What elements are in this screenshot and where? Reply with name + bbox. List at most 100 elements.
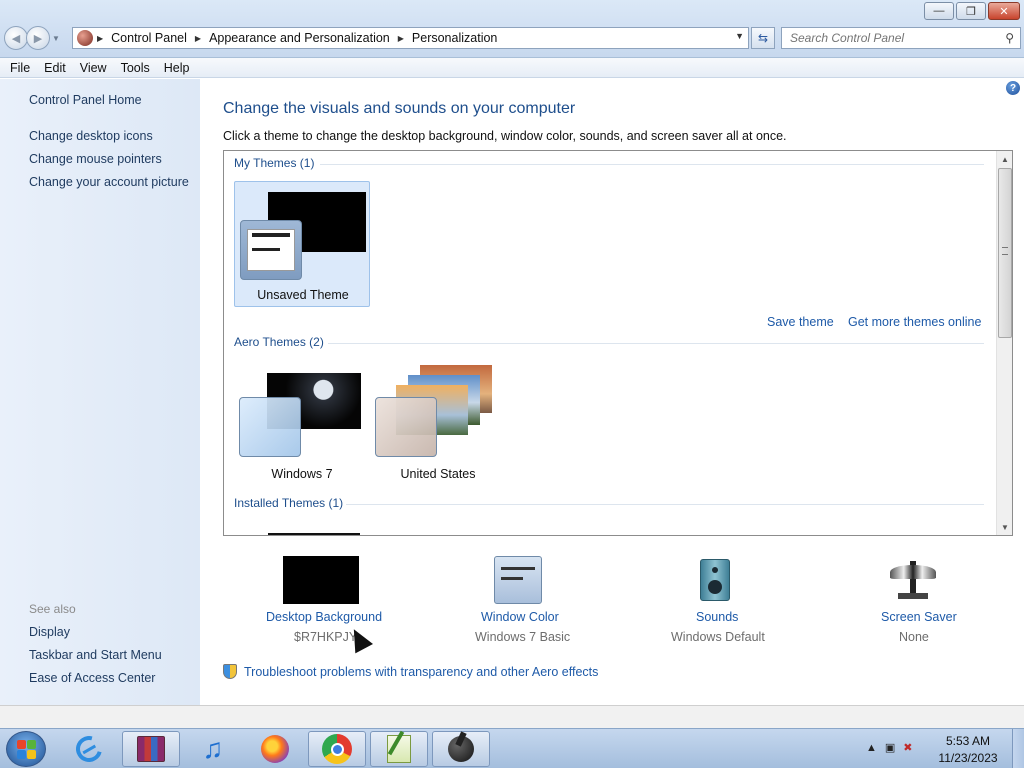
tray-icons: ▲ ▣ ✖ — [866, 741, 913, 755]
taskbar-internet-explorer[interactable] — [60, 731, 118, 767]
divider — [328, 343, 984, 344]
taskbar-firefox[interactable] — [246, 731, 304, 767]
change-desktop-icons-link[interactable]: Change desktop icons — [29, 129, 153, 143]
arrow-right-icon: ▶ — [33, 32, 43, 45]
ease-of-access-link[interactable]: Ease of Access Center — [29, 671, 155, 685]
system-tray: ▲ ▣ ✖ 5:53 AM 11/23/2023 — [854, 729, 1024, 768]
change-account-picture-link[interactable]: Change your account picture — [29, 175, 189, 189]
theme-background-preview — [268, 533, 360, 535]
scroll-thumb[interactable] — [998, 168, 1012, 338]
windows-logo-icon — [16, 739, 26, 749]
page-description: Click a theme to change the desktop back… — [223, 129, 787, 143]
show-hidden-icons-icon[interactable]: ▲ — [866, 742, 877, 754]
status-bar — [0, 705, 1024, 728]
recent-pages-dropdown[interactable]: ▼ — [52, 34, 62, 43]
change-mouse-pointers-link[interactable]: Change mouse pointers — [29, 152, 162, 166]
forward-button[interactable]: ▶ — [26, 26, 50, 50]
taskbar-personalization[interactable] — [432, 731, 490, 767]
search-input[interactable] — [790, 31, 990, 45]
breadcrumb-control-panel[interactable]: Control Panel — [111, 31, 187, 45]
chevron-down-icon[interactable]: ▼ — [735, 31, 744, 41]
internet-explorer-icon — [71, 731, 107, 767]
setting-value: None — [899, 630, 929, 644]
setting-title: Window Color — [481, 610, 559, 624]
minimize-button[interactable]: — — [924, 2, 954, 20]
group-my-themes-label: My Themes (1) — [234, 156, 315, 170]
menu-bar: File Edit View Tools Help — [0, 58, 1024, 78]
chevron-right-icon[interactable]: ▶ — [195, 34, 201, 43]
setting-title: Desktop Background — [266, 610, 383, 624]
theme-name: Windows 7 — [271, 467, 333, 481]
volume-muted-icon[interactable]: ✖ — [903, 741, 912, 754]
help-icon[interactable]: ? — [1006, 81, 1020, 95]
chrome-icon — [322, 734, 352, 764]
menu-help[interactable]: Help — [158, 61, 196, 75]
setting-title: Sounds — [696, 610, 739, 624]
theme-united-states[interactable]: United States — [370, 361, 506, 487]
search-icon[interactable]: ⚲ — [1005, 31, 1014, 45]
menu-file[interactable]: File — [4, 61, 36, 75]
screen-saver-icon — [890, 557, 936, 601]
taskbar-winrar[interactable] — [122, 731, 180, 767]
desktop-background-setting[interactable]: Desktop Background $R7HKPJY — [240, 555, 400, 645]
restore-button[interactable]: ❐ — [956, 2, 986, 20]
window-color-preview — [375, 397, 437, 457]
troubleshoot-link[interactable]: Troubleshoot problems with transparency … — [223, 664, 598, 679]
close-button[interactable]: ✕ — [988, 2, 1020, 20]
save-theme-link[interactable]: Save theme — [767, 315, 834, 329]
breadcrumb-appearance[interactable]: Appearance and Personalization — [209, 31, 390, 45]
taskbar-itunes[interactable]: ♫ — [184, 731, 242, 767]
speaker-icon — [700, 559, 730, 601]
theme-gallery-scrollbar[interactable]: ▲ ▼ — [996, 151, 1012, 535]
window-color-preview — [240, 220, 302, 280]
menu-view[interactable]: View — [74, 61, 113, 75]
windows-logo-icon — [26, 739, 36, 749]
notepad-icon — [387, 730, 411, 763]
arrow-left-icon: ◀ — [11, 32, 21, 45]
scroll-down-icon[interactable]: ▼ — [997, 519, 1012, 535]
menu-edit[interactable]: Edit — [38, 61, 72, 75]
windows-logo-icon — [16, 749, 26, 759]
chevron-right-icon[interactable]: ▶ — [97, 34, 103, 43]
display-link[interactable]: Display — [29, 625, 70, 639]
refresh-icon: ⇆ — [757, 31, 769, 45]
taskbar: ♫ ▲ ▣ ✖ 5:53 AM 11/23/2023 — [0, 728, 1024, 768]
music-note-icon: ♫ — [202, 733, 224, 764]
window-controls: — ❐ ✕ — [924, 2, 1020, 20]
screen-saver-setting[interactable]: Screen Saver None — [860, 555, 970, 645]
network-icon[interactable]: ▣ — [885, 741, 895, 754]
show-desktop-button[interactable] — [1012, 729, 1024, 768]
menu-tools[interactable]: Tools — [115, 61, 156, 75]
address-bar[interactable]: ▶ Control Panel ▶ Appearance and Persona… — [72, 27, 749, 49]
breadcrumb-personalization[interactable]: Personalization — [412, 31, 497, 45]
scroll-up-icon[interactable]: ▲ — [997, 151, 1012, 167]
shield-icon — [223, 664, 237, 679]
taskbar-chrome[interactable] — [308, 731, 366, 767]
start-button[interactable] — [6, 731, 46, 767]
get-more-themes-link[interactable]: Get more themes online — [848, 315, 981, 329]
taskbar-start-menu-link[interactable]: Taskbar and Start Menu — [29, 648, 162, 662]
theme-unsaved[interactable]: Unsaved Theme — [234, 181, 370, 307]
theme-gallery: My Themes (1) Unsaved Theme Save theme G… — [223, 150, 1013, 536]
clock-date[interactable]: 11/23/2023 — [928, 751, 1008, 765]
control-panel-home-link[interactable]: Control Panel Home — [29, 93, 142, 107]
firefox-icon — [261, 735, 289, 763]
theme-name: Unsaved Theme — [257, 288, 349, 302]
chevron-right-icon[interactable]: ▶ — [398, 34, 404, 43]
desktop-background-icon — [283, 556, 359, 604]
theme-windows-7[interactable]: Windows 7 — [234, 361, 370, 487]
see-also-label: See also — [29, 602, 76, 616]
search-box[interactable]: ⚲ — [781, 27, 1021, 49]
title-bar: — ❐ ✕ ◀ ▶ ▼ ▶ Control Panel ▶ Appearance… — [0, 0, 1024, 58]
troubleshoot-label: Troubleshoot problems with transparency … — [244, 664, 599, 679]
theme-name: United States — [400, 467, 476, 481]
refresh-button[interactable]: ⇆ — [751, 27, 775, 49]
divider — [320, 164, 984, 165]
taskbar-notepad[interactable] — [370, 730, 428, 767]
sounds-setting[interactable]: Sounds Windows Default — [660, 555, 780, 645]
clock-time[interactable]: 5:53 AM — [928, 734, 1008, 748]
back-button[interactable]: ◀ — [4, 26, 28, 50]
window-color-setting[interactable]: Window Color Windows 7 Basic — [460, 555, 580, 645]
setting-value: Windows 7 Basic — [475, 630, 571, 644]
control-panel-icon — [77, 30, 93, 46]
